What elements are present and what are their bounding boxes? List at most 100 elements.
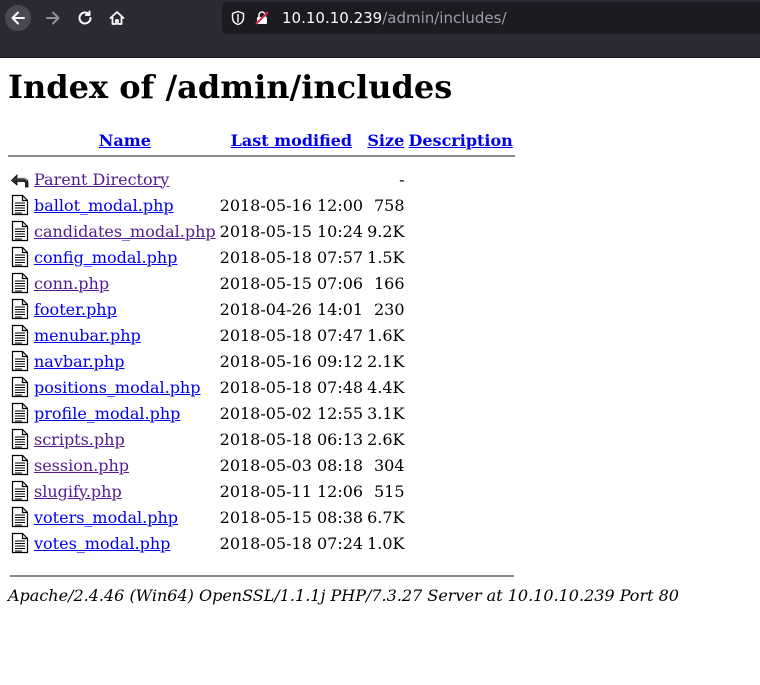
document-icon — [10, 532, 30, 554]
sort-by-last-modified-link[interactable]: Last modified — [231, 131, 352, 150]
home-button[interactable] — [104, 5, 130, 31]
reload-icon — [78, 10, 92, 25]
sort-by-name-link[interactable]: Name — [99, 131, 151, 150]
last-modified-column-header: Last modified — [218, 128, 365, 152]
file-modified: 2018-05-18 07:57 — [219, 247, 364, 267]
document-icon — [10, 480, 30, 502]
file-description — [407, 400, 515, 426]
back-button[interactable] — [5, 5, 31, 31]
insecure-lock-icon[interactable] — [254, 10, 270, 26]
file-size: 304 — [373, 455, 405, 475]
document-icon — [10, 454, 30, 476]
file-description — [407, 192, 515, 218]
file-modified: 2018-05-18 07:47 — [219, 325, 364, 345]
table-row: conn.php 2018-05-15 07:06 166 — [8, 270, 515, 296]
file-size: 6.7K — [367, 507, 405, 527]
arrow-left-icon — [11, 11, 25, 25]
sort-by-description-link[interactable]: Description — [409, 131, 513, 150]
shield-icon[interactable] — [230, 10, 246, 26]
file-description — [407, 504, 515, 530]
file-link[interactable]: votes_modal.php — [34, 534, 170, 553]
document-icon — [10, 506, 30, 528]
file-link[interactable]: ballot_modal.php — [34, 196, 174, 215]
document-icon — [10, 272, 30, 294]
sort-by-size-link[interactable]: Size — [367, 131, 404, 150]
document-icon — [10, 402, 30, 424]
file-size: 2.6K — [367, 429, 405, 449]
url-path: /admin/includes/ — [382, 9, 507, 27]
document-icon — [10, 324, 30, 346]
table-row: navbar.php 2018-05-16 09:12 2.1K — [8, 348, 515, 374]
document-icon — [10, 350, 30, 372]
url-text[interactable]: 10.10.10.239/admin/includes/ — [282, 9, 507, 27]
file-link[interactable]: session.php — [34, 456, 129, 475]
address-bar[interactable]: 10.10.10.239/admin/includes/ — [222, 2, 760, 34]
parent-directory-link[interactable]: Parent Directory — [34, 170, 169, 189]
file-link[interactable]: profile_modal.php — [34, 404, 180, 423]
forward-button[interactable] — [40, 5, 66, 31]
file-description — [407, 322, 515, 348]
table-row: footer.php 2018-04-26 14:01 230 — [8, 296, 515, 322]
file-size: 1.0K — [367, 533, 405, 553]
file-description — [407, 296, 515, 322]
file-size: 230 — [373, 299, 405, 319]
parent-directory-row: Parent Directory - — [8, 166, 515, 192]
file-size: 1.6K — [367, 325, 405, 345]
table-row: voters_modal.php 2018-05-15 08:38 6.7K — [8, 504, 515, 530]
file-description — [407, 426, 515, 452]
table-row: slugify.php 2018-05-11 12:06 515 — [8, 478, 515, 504]
file-link[interactable]: voters_modal.php — [34, 508, 178, 527]
parent-size: - — [399, 169, 405, 189]
file-modified: 2018-05-16 12:00 — [219, 195, 364, 215]
file-description — [407, 218, 515, 244]
file-link[interactable]: conn.php — [34, 274, 109, 293]
document-icon — [10, 298, 30, 320]
browser-toolbar: 10.10.10.239/admin/includes/ — [0, 0, 760, 58]
table-row: candidates_modal.php 2018-05-15 10:24 9.2K — [8, 218, 515, 244]
file-modified: 2018-05-18 07:48 — [219, 377, 364, 397]
file-description — [407, 452, 515, 478]
file-link[interactable]: slugify.php — [34, 482, 122, 501]
description-column-header: Description — [407, 128, 515, 152]
document-icon — [10, 376, 30, 398]
file-listing-table: Name Last modified Size Description Pare… — [8, 128, 515, 556]
icon-column-header — [8, 128, 32, 152]
file-link[interactable]: footer.php — [34, 300, 117, 319]
file-size: 2.1K — [367, 351, 405, 371]
file-size: 758 — [373, 195, 405, 215]
file-modified: 2018-05-03 08:18 — [219, 455, 364, 475]
file-link[interactable]: config_modal.php — [34, 248, 177, 267]
url-host: 10.10.10.239 — [282, 9, 383, 27]
file-description — [407, 348, 515, 374]
arrow-right-icon — [46, 11, 60, 25]
file-size: 166 — [373, 273, 405, 293]
file-description — [407, 270, 515, 296]
document-icon — [10, 194, 30, 216]
file-link[interactable]: candidates_modal.php — [34, 222, 216, 241]
file-link[interactable]: positions_modal.php — [34, 378, 200, 397]
file-link[interactable]: scripts.php — [34, 430, 125, 449]
table-row: config_modal.php 2018-05-18 07:57 1.5K — [8, 244, 515, 270]
file-modified: 2018-05-15 08:38 — [219, 507, 364, 527]
server-signature: Apache/2.4.46 (Win64) OpenSSL/1.1.1j PHP… — [8, 586, 679, 605]
file-link[interactable]: navbar.php — [34, 352, 124, 371]
table-header-row: Name Last modified Size Description — [8, 128, 515, 152]
file-description — [407, 374, 515, 400]
divider — [8, 155, 515, 157]
file-description — [407, 244, 515, 270]
table-row: votes_modal.php 2018-05-18 07:24 1.0K — [8, 530, 515, 556]
file-modified: 2018-05-11 12:06 — [219, 481, 364, 501]
document-icon — [10, 220, 30, 242]
footer-divider — [10, 575, 514, 577]
table-row: ballot_modal.php 2018-05-16 12:00 758 — [8, 192, 515, 218]
file-modified: 2018-05-15 07:06 — [219, 273, 364, 293]
file-modified: 2018-05-18 06:13 — [219, 429, 364, 449]
file-modified: 2018-05-18 07:24 — [219, 533, 364, 553]
file-size: 515 — [373, 481, 405, 501]
file-modified: 2018-04-26 14:01 — [219, 299, 364, 319]
back-arrow-icon — [10, 174, 29, 188]
reload-button[interactable] — [72, 5, 98, 31]
file-link[interactable]: menubar.php — [34, 326, 141, 345]
file-size: 9.2K — [367, 221, 405, 241]
header-divider-row — [8, 152, 515, 160]
